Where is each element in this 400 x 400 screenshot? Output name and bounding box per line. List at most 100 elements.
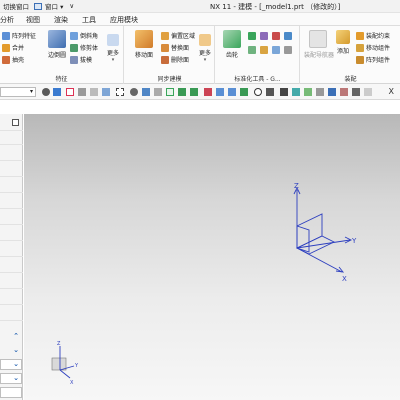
sphere-icon[interactable] xyxy=(130,88,138,96)
unite-button[interactable]: 合并 xyxy=(2,43,24,52)
shell-button[interactable]: 抽壳 xyxy=(2,55,24,64)
offset-region-icon xyxy=(161,31,169,40)
snap-curve-icon[interactable] xyxy=(216,88,224,96)
chevron-down-icon[interactable]: ⌄ xyxy=(13,374,19,382)
rectangle-select-icon[interactable] xyxy=(116,88,124,96)
delete-face-button[interactable]: 删除面 xyxy=(161,55,189,64)
trim-body-button[interactable]: 修剪体 xyxy=(70,43,98,52)
move-face-button[interactable]: 移动面 xyxy=(130,30,158,59)
add-component-button[interactable]: 添加 xyxy=(335,30,351,55)
shell-icon xyxy=(2,55,10,64)
curve-icon[interactable] xyxy=(204,88,212,96)
navigator-divider xyxy=(0,192,23,193)
navigator-field[interactable] xyxy=(0,387,22,398)
line-icon[interactable] xyxy=(178,88,186,96)
chevron-down-icon: ▾ xyxy=(29,88,33,95)
intersection-icon[interactable] xyxy=(340,88,348,96)
midpoint-icon[interactable] xyxy=(316,88,324,96)
assembly-navigator-icon xyxy=(309,30,327,48)
chevron-down-icon[interactable]: ⌄ xyxy=(13,360,19,368)
check-icon[interactable] xyxy=(284,32,292,40)
target-icon[interactable] xyxy=(254,88,262,96)
selection-toolbar: ▾ X xyxy=(0,84,400,100)
assembly-group-label: 装配 xyxy=(344,76,357,83)
triad-y-label: Y xyxy=(74,363,79,369)
settings-icon[interactable] xyxy=(284,46,292,54)
graphics-canvas: Z Y X Z Y X xyxy=(51,182,357,386)
endpoint-icon[interactable] xyxy=(328,88,336,96)
triad-x-axis xyxy=(59,369,71,379)
center-icon[interactable] xyxy=(352,88,360,96)
grid-icon[interactable] xyxy=(166,88,174,96)
move-component-button[interactable]: 移动组件 xyxy=(356,43,390,52)
line-icon[interactable] xyxy=(190,88,198,96)
window-title: NX 11 - 建模 - [_model1.prt （修改的）] xyxy=(210,3,341,11)
x-axis-label: X xyxy=(342,275,347,283)
measure-icon[interactable] xyxy=(272,46,280,54)
tangent-icon[interactable] xyxy=(304,88,312,96)
title-bar: 切换窗口 窗口 ▾ ∨ NX 11 - 建模 - [_model1.prt （修… xyxy=(0,0,400,13)
add-component-icon xyxy=(336,30,350,44)
switch-window-button[interactable]: 切换窗口 xyxy=(0,1,32,11)
point-icon[interactable] xyxy=(280,88,288,96)
chamfer-button[interactable]: 倒斜角 xyxy=(70,31,98,40)
cube-icon[interactable] xyxy=(142,88,150,96)
pattern-feature-button[interactable]: 阵列特征 xyxy=(2,31,36,40)
menu-view[interactable]: 视图 xyxy=(26,15,40,25)
assembly-constraint-button[interactable]: 装配约束 xyxy=(356,31,390,40)
navigator-divider xyxy=(0,208,23,209)
gear-button[interactable]: 齿轮 xyxy=(220,30,244,59)
datum-csys-icon[interactable] xyxy=(293,186,353,273)
quick-access-chevron[interactable]: ∨ xyxy=(66,2,77,10)
draft-button[interactable]: 拔模 xyxy=(70,55,92,64)
menu-render[interactable]: 渲染 xyxy=(54,15,68,25)
edge-blend-icon xyxy=(48,30,66,48)
library-icon[interactable] xyxy=(260,46,268,54)
triad-cube xyxy=(51,357,67,371)
xz-plane xyxy=(296,213,323,249)
navigator-divider xyxy=(0,240,23,241)
navigator-divider xyxy=(0,288,23,289)
window-menu[interactable]: 窗口 ▾ xyxy=(42,1,66,11)
menu-analysis[interactable]: 分析 xyxy=(0,15,14,25)
filter-icon[interactable] xyxy=(102,88,110,96)
more-icon xyxy=(107,34,119,46)
quadrant-icon[interactable] xyxy=(292,88,300,96)
menu-tools[interactable]: 工具 xyxy=(82,15,96,25)
chevron-up-icon[interactable]: ⌃ xyxy=(13,332,19,340)
standard-group-label: 标准化工具 - G... xyxy=(234,76,281,83)
replace-face-button[interactable]: 替换面 xyxy=(161,43,189,52)
unite-icon xyxy=(2,43,10,52)
offset-region-button[interactable]: 偏置区域 xyxy=(161,31,195,40)
body-icon[interactable] xyxy=(154,88,162,96)
select-box-icon[interactable] xyxy=(66,88,74,96)
sync-more-button[interactable]: 更多 ▾ xyxy=(197,34,213,63)
plus-icon[interactable] xyxy=(266,88,274,96)
menu-applications[interactable]: 应用模块 xyxy=(110,15,138,25)
triad-z-label: Z xyxy=(57,341,61,347)
select-feature-icon[interactable] xyxy=(53,88,61,96)
more-snap-icon[interactable] xyxy=(364,88,372,96)
slope-icon[interactable] xyxy=(240,88,248,96)
snap-point-icon[interactable] xyxy=(42,88,50,96)
part-family-icon[interactable] xyxy=(248,46,256,54)
chamfer-icon xyxy=(70,31,78,40)
arrow-icon[interactable] xyxy=(90,88,98,96)
navigator-divider xyxy=(0,256,23,257)
feature-more-button[interactable]: 更多 ▾ xyxy=(104,34,122,63)
pattern-component-button[interactable]: 阵列组件 xyxy=(356,55,390,64)
curve-rule-icon[interactable] xyxy=(78,88,86,96)
maximize-icon[interactable] xyxy=(12,119,19,126)
wave-icon[interactable] xyxy=(228,88,236,96)
close-icon[interactable]: X xyxy=(389,87,394,96)
edge-blend-button[interactable]: 边倒圆 xyxy=(44,30,70,59)
spring-icon[interactable] xyxy=(248,32,256,40)
weld-icon[interactable] xyxy=(272,32,280,40)
trim-body-icon xyxy=(70,43,78,52)
bolt-icon[interactable] xyxy=(260,32,268,40)
graphics-window[interactable]: Z Y X Z Y X xyxy=(24,114,400,400)
type-filter-dropdown[interactable]: ▾ xyxy=(0,87,36,97)
assembly-navigator-button[interactable]: 装配导航器 xyxy=(304,30,334,59)
chevron-down-icon[interactable]: ⌄ xyxy=(13,346,19,354)
navigator-divider xyxy=(0,320,23,321)
